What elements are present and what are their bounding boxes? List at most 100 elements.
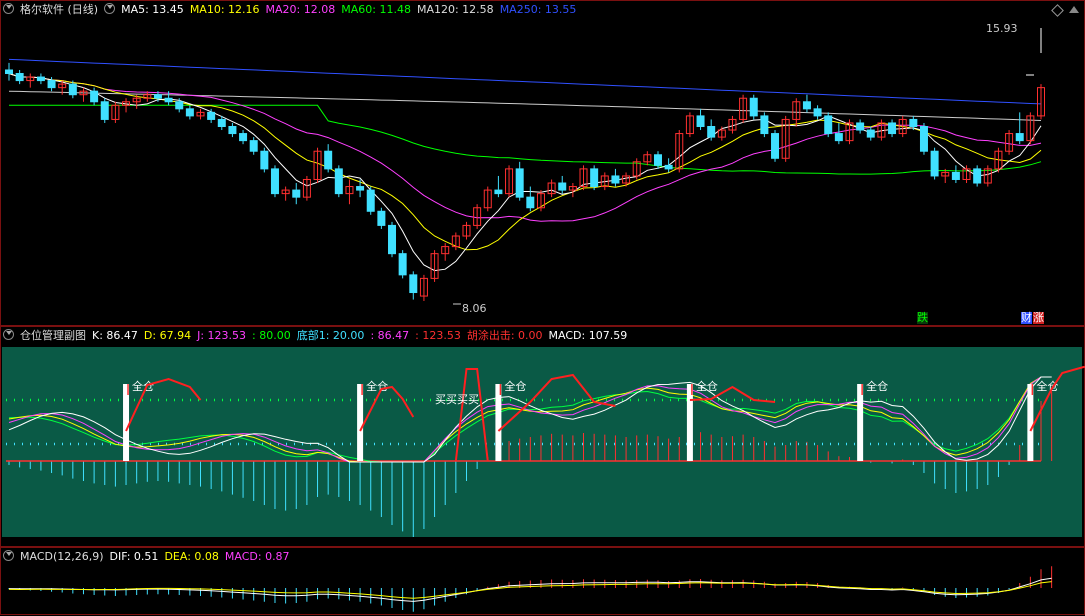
exit-value: 胡涂出击: 0.00	[466, 329, 543, 342]
pane-title: 仓位管理副图	[20, 329, 86, 342]
candle-body	[356, 186, 365, 191]
candle-body	[409, 274, 418, 294]
full-position-bar	[1027, 384, 1034, 461]
candle-body	[249, 140, 258, 152]
finance-tag: 财	[1021, 311, 1032, 324]
candle-body	[973, 168, 982, 184]
candle-body	[696, 115, 705, 127]
position-chart[interactable]: 全仓 全仓 全仓 全仓 全仓 全仓	[1, 327, 1085, 548]
ma5-label: MA5: 13.45	[121, 3, 184, 16]
candle-body	[68, 83, 77, 96]
bottom-value: 底部1: 20.00	[296, 329, 365, 342]
macd-hist-value: MACD: 0.87	[224, 550, 290, 563]
dif-value: DIF: 0.51	[109, 550, 159, 563]
candle-body	[771, 133, 780, 159]
full-position-label: 全仓	[504, 379, 526, 393]
candle-body	[749, 97, 758, 117]
ma60-label: MA60: 11.48	[341, 3, 411, 16]
position-pane[interactable]: 全仓 全仓 全仓 全仓 全仓 全仓 仓位管理副图 K: 86.47 D: 67.94 J: 12…	[0, 326, 1085, 547]
dea-value: DEA: 0.08	[164, 550, 219, 563]
candle-body	[558, 182, 567, 191]
candle-body	[175, 101, 184, 110]
candle-body	[164, 97, 173, 103]
triangle-up-icon[interactable]	[1069, 6, 1079, 13]
ma10-label: MA10: 12.16	[189, 3, 260, 16]
full-position-bar	[495, 384, 502, 461]
full-position-label: 全仓	[696, 379, 718, 393]
candle-body	[47, 80, 56, 89]
high-price-label: 15.93	[986, 22, 1018, 35]
candle-body	[377, 210, 386, 226]
candlestick-chart[interactable]	[1, 1, 1085, 327]
candle-body	[707, 125, 716, 138]
candle-body	[334, 168, 343, 195]
candle-body	[856, 122, 865, 131]
macd-value: MACD: 107.59	[548, 329, 628, 342]
full-position-label: 全仓	[1036, 379, 1058, 393]
fall-tag: 跌	[917, 311, 928, 324]
full-position-label: 全仓	[366, 379, 388, 393]
candle-body	[324, 150, 333, 170]
candle-body	[653, 154, 662, 166]
candle-body	[388, 224, 397, 255]
ma-dropdown-icon[interactable]	[104, 3, 116, 14]
candle-body	[515, 168, 524, 198]
v3-value: : 123.53	[415, 329, 461, 342]
buy-signal-label: 买买买买	[435, 393, 479, 406]
full-position-bar	[123, 384, 130, 461]
candle-body	[5, 69, 13, 75]
v2-value: : 86.47	[370, 329, 410, 342]
dropdown-icon[interactable]	[3, 329, 14, 340]
candle-body	[217, 118, 226, 127]
full-position-label: 全仓	[866, 379, 888, 393]
macd-header: MACD(12,26,9) DIF: 0.51 DEA: 0.08 MACD: 0.8…	[3, 550, 296, 564]
candle-body	[398, 253, 407, 276]
candle-body	[153, 94, 162, 99]
ma120-label: MA120: 12.58	[416, 3, 494, 16]
candle-body	[919, 125, 928, 152]
candle-body	[270, 168, 279, 195]
candle-body	[185, 108, 194, 117]
dropdown-icon[interactable]	[3, 550, 14, 561]
candle-body	[207, 111, 216, 120]
full-position-bar	[686, 384, 693, 461]
ma10-line	[8, 73, 1042, 251]
candle-body	[239, 133, 248, 142]
full-position-bar	[857, 384, 864, 461]
dropdown-icon[interactable]	[3, 3, 14, 14]
candle-body	[228, 125, 237, 135]
ma120-line	[8, 90, 1042, 121]
candle-body	[260, 150, 269, 170]
position-header: 仓位管理副图 K: 86.47 D: 67.94 J: 123.53: 80.00 底部…	[3, 329, 633, 343]
full-position-label: 全仓	[132, 379, 154, 393]
pane-background	[2, 347, 1082, 537]
candle-body	[866, 129, 875, 138]
candle-body	[90, 90, 99, 103]
candle-body	[813, 108, 822, 117]
stock-title: 格尔软件 (日线)	[20, 3, 99, 16]
d-value: D: 67.94	[143, 329, 192, 342]
macd-title: MACD(12,26,9)	[20, 550, 104, 563]
candle-body	[930, 150, 939, 177]
candle-body	[664, 164, 673, 170]
full-position-bar	[357, 384, 364, 461]
candle-body	[366, 189, 375, 212]
macd-pane[interactable]: MACD(12,26,9) DIF: 0.51 DEA: 0.08 MACD: 0.8…	[0, 547, 1085, 615]
candle-body	[760, 115, 769, 135]
candle-body	[909, 118, 918, 127]
candle-body	[494, 189, 503, 195]
ma250-label: MA250: 13.55	[499, 3, 577, 16]
main-price-pane[interactable]: 格尔软件 (日线) MA5: 13.45 MA10: 12.16 MA20: 12.0…	[0, 0, 1085, 326]
rise-tag: 涨	[1033, 311, 1044, 324]
k-value: K: 86.47	[92, 329, 138, 342]
candle-body	[292, 189, 301, 198]
candle-body	[951, 171, 960, 180]
v80-value: : 80.00	[252, 329, 291, 342]
candle-body	[888, 122, 897, 135]
candle-body	[36, 76, 45, 82]
candle-body	[834, 133, 843, 142]
ma20-line	[8, 73, 1042, 222]
candle-body	[1015, 133, 1024, 142]
candle-body	[526, 196, 535, 209]
ma20-label: MA20: 12.08	[265, 3, 336, 16]
